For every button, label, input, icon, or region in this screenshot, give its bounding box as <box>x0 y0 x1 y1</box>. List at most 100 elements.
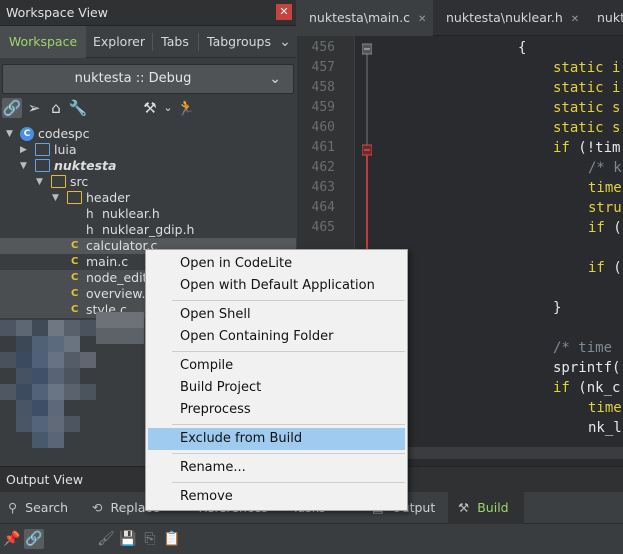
code-keyword: if <box>588 220 605 236</box>
menu-separator <box>172 424 405 425</box>
expand-arrow-icon[interactable]: ▼ <box>52 190 59 206</box>
menu-exclude-from-build[interactable]: Exclude from Build <box>148 428 405 450</box>
menu-separator <box>172 351 405 352</box>
tab-tabgroups[interactable]: Tabgroups <box>199 26 279 58</box>
menu-build-project[interactable]: Build Project <box>148 377 405 399</box>
clear-brush-icon[interactable]: 🖌 <box>96 529 116 549</box>
output-toolbar: 📌 🔗 🖌 💾 ⎘ 📋 <box>0 524 623 554</box>
code-line: nk_l <box>588 420 622 436</box>
line-number: 459 <box>311 100 335 115</box>
link-editor-icon[interactable]: 🔗 <box>2 98 22 118</box>
menu-open-in-codelite[interactable]: Open in CodeLite <box>148 253 405 275</box>
code-text: (!tim <box>569 140 621 156</box>
expand-arrow-icon[interactable]: ▼ <box>6 126 13 142</box>
menu-remove[interactable]: Remove <box>148 486 405 508</box>
menu-open-containing-folder[interactable]: Open Containing Folder <box>148 326 405 348</box>
link-icon[interactable]: 🔗 <box>24 529 44 549</box>
tree-label: nuktesta <box>54 158 117 173</box>
folder-icon <box>51 175 66 188</box>
line-number: 457 <box>311 60 335 75</box>
workspace-title-bar: Workspace View ✕ <box>0 0 296 26</box>
code-keyword: if <box>553 140 570 156</box>
code-line: { <box>518 40 527 56</box>
chevron-down-icon[interactable]: ⌄ <box>158 98 178 118</box>
editor-tab-label: nuktesta\main.c <box>309 10 411 25</box>
project-selector[interactable]: nuktesta :: Debug ⌄ <box>2 64 294 94</box>
build-hammer-icon[interactable]: ⚒ <box>140 98 160 118</box>
chevron-down-icon[interactable]: ⌄ <box>274 26 296 58</box>
editor-tab-label: nuktesta\nuklear.h <box>446 10 563 25</box>
tree-item-luia[interactable]: ▶ luia <box>0 142 296 158</box>
expand-arrow-icon[interactable]: ▼ <box>20 158 27 174</box>
settings-wrench-icon[interactable]: 🔧 <box>68 98 88 118</box>
run-icon[interactable]: 🏃 <box>176 98 196 118</box>
code-line: if (!tim <box>553 140 623 156</box>
line-number: 462 <box>311 160 335 175</box>
c-file-icon: C <box>71 256 79 267</box>
collapse-arrow-icon[interactable]: ▶ <box>20 142 27 158</box>
workspace-title: Workspace View <box>6 5 108 20</box>
menu-separator <box>172 453 405 454</box>
menu-open-with-default-application[interactable]: Open with Default Application <box>148 275 405 297</box>
code-keyword: if <box>588 260 605 276</box>
tab-explorer[interactable]: Explorer <box>86 26 152 58</box>
folder-icon <box>67 191 82 204</box>
tab-tabs[interactable]: Tabs <box>153 26 197 58</box>
workspace-icon: C <box>20 127 34 141</box>
code-line: sprintf( <box>553 360 621 376</box>
build-hammer-icon: ⚒ <box>458 500 470 515</box>
expand-arrow-icon[interactable]: ▼ <box>36 174 43 190</box>
tree-label: src <box>70 174 89 189</box>
code-line: if (nk_c <box>553 380 623 396</box>
close-icon[interactable]: ✕ <box>276 4 292 20</box>
code-text: ( <box>604 220 622 236</box>
line-number: 461 <box>311 140 335 155</box>
tree-item-nuklear-h[interactable]: h nuklear.h <box>0 206 296 222</box>
close-icon[interactable]: ✕ <box>571 14 579 25</box>
menu-rename[interactable]: Rename... <box>148 457 405 479</box>
code-keyword: if <box>553 380 570 396</box>
tab-search[interactable]: ⚲ Search <box>8 492 84 524</box>
tree-item-codespc[interactable]: ▼ C codespc <box>0 126 296 142</box>
editor-tab-nuklear-h[interactable]: nuktesta\nuklear.h ✕ <box>434 0 586 36</box>
workspace-toolbar: 🔗 ➢ ⌂ 🔧 ⚒ ⌄ 🏃 <box>0 96 296 120</box>
tree-item-header[interactable]: ▼ header <box>0 190 296 206</box>
code-line: static s <box>553 120 621 136</box>
home-icon[interactable]: ⌂ <box>46 98 66 118</box>
goto-active-file-icon[interactable]: ➢ <box>24 98 44 118</box>
close-icon[interactable]: ✕ <box>418 14 426 25</box>
tree-label: codespc <box>38 126 90 141</box>
code-line: static s <box>553 100 621 116</box>
output-title: Output View <box>6 472 84 487</box>
code-line: static i <box>553 80 621 96</box>
c-file-icon: C <box>71 272 79 283</box>
code-line: if ( <box>588 260 623 276</box>
line-number: 458 <box>311 80 335 95</box>
tab-label: Build <box>477 500 509 515</box>
editor-tab-truncated[interactable]: nukt <box>587 0 623 36</box>
line-number: 456 <box>311 40 335 55</box>
code-line: /* time <box>553 340 613 356</box>
menu-preprocess[interactable]: Preprocess <box>148 399 405 421</box>
tree-item-src[interactable]: ▼ src <box>0 174 296 190</box>
paste-icon[interactable]: 📋 <box>162 529 182 549</box>
menu-compile[interactable]: Compile <box>148 355 405 377</box>
editor-tab-main-c[interactable]: nuktesta\main.c ✕ <box>297 0 433 36</box>
tree-label: overview.c <box>86 286 153 301</box>
tree-label: luia <box>54 142 77 157</box>
menu-open-shell[interactable]: Open Shell <box>148 304 405 326</box>
tree-label: nuklear_gdip.h <box>102 222 195 237</box>
editor-tabs: nuktesta\main.c ✕ nuktesta\nuklear.h ✕ nuk… <box>297 0 623 36</box>
c-file-icon: C <box>71 240 79 251</box>
pin-icon[interactable]: 📌 <box>2 529 22 549</box>
tree-item-nuktesta[interactable]: ▼ nuktesta <box>0 158 296 174</box>
copy-icon[interactable]: ⎘ <box>140 529 160 549</box>
code-line: time <box>588 400 622 416</box>
tab-label: Search <box>25 500 69 515</box>
tab-build[interactable]: ⚒ Build <box>448 492 524 524</box>
code-line: if ( <box>588 220 623 236</box>
save-icon[interactable]: 💾 <box>118 529 138 549</box>
tree-item-nuklear-gdip-h[interactable]: h nuklear_gdip.h <box>0 222 296 238</box>
tree-label: node_edit <box>86 270 148 285</box>
tab-workspace[interactable]: Workspace <box>0 26 86 58</box>
